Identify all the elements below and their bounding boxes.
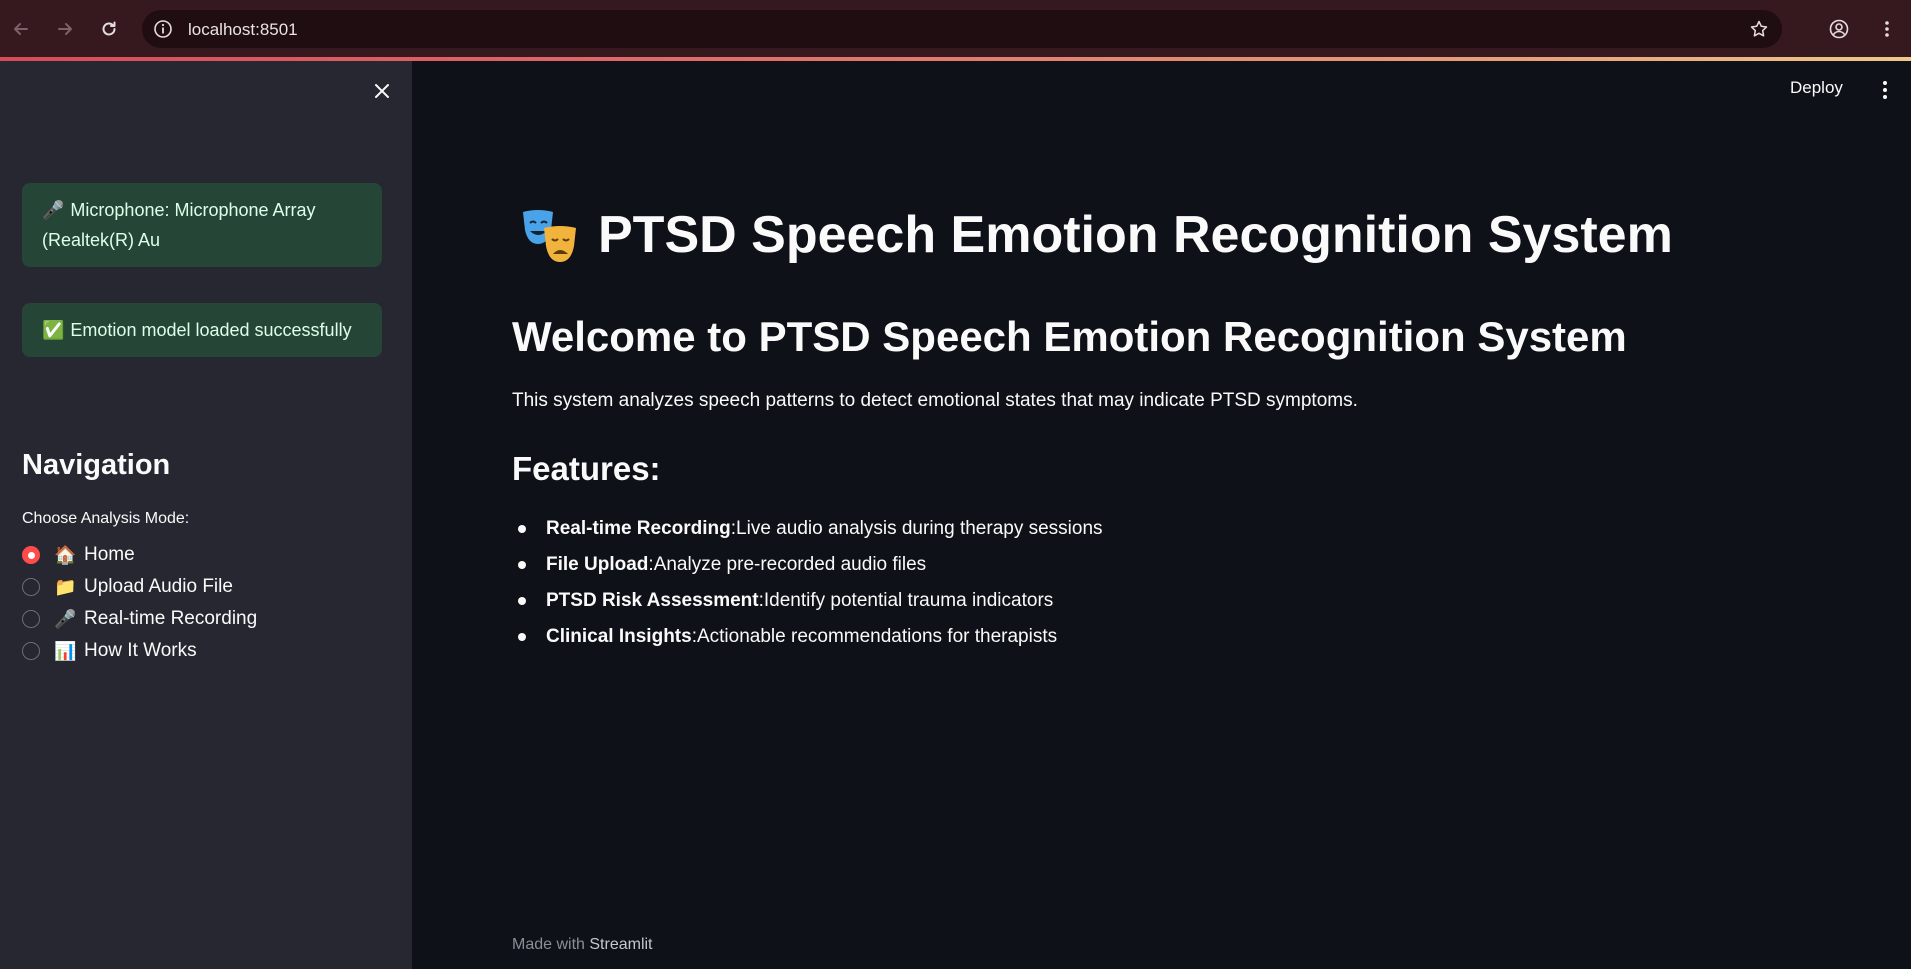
analysis-mode-label: Choose Analysis Mode: xyxy=(22,510,190,527)
browser-menu-icon[interactable] xyxy=(1872,14,1902,44)
feature-item: PTSD Risk Assessment: Identify potential… xyxy=(512,590,1053,612)
radio-option-upload[interactable]: 📁 Upload Audio File xyxy=(22,573,233,601)
url-text[interactable]: localhost:8501 xyxy=(188,20,298,40)
feature-name: Real-time Recording xyxy=(546,518,731,539)
feature-text: Identify potential trauma indicators xyxy=(763,590,1054,611)
radio-option-realtime[interactable]: 🎤 Real-time Recording xyxy=(22,605,257,633)
bullet-icon xyxy=(518,525,526,533)
feature-name: File Upload xyxy=(546,554,649,575)
radio-unselected-icon[interactable] xyxy=(22,642,40,660)
bullet-icon xyxy=(518,561,526,569)
radio-option-label: Home xyxy=(84,544,135,565)
bullet-icon xyxy=(518,597,526,605)
radio-unselected-icon[interactable] xyxy=(22,578,40,596)
back-icon[interactable] xyxy=(6,14,36,44)
system-description: This system analyzes speech patterns to … xyxy=(512,390,1358,411)
performing-arts-icon xyxy=(520,206,580,266)
features-heading: Features: xyxy=(512,450,661,487)
navigation-heading: Navigation xyxy=(22,449,171,481)
app-menu-icon[interactable] xyxy=(1875,78,1895,102)
radio-option-label: Upload Audio File xyxy=(84,576,233,597)
welcome-heading: Welcome to PTSD Speech Emotion Recogniti… xyxy=(512,313,1627,360)
feature-text: Live audio analysis during therapy sessi… xyxy=(736,518,1103,539)
feature-text: Analyze pre-recorded audio files xyxy=(653,554,927,575)
feature-name: PTSD Risk Assessment xyxy=(546,590,759,611)
radio-selected-icon[interactable] xyxy=(22,546,40,564)
radio-option-label: How It Works xyxy=(84,640,197,661)
profile-icon[interactable] xyxy=(1824,14,1854,44)
page-title: PTSD Speech Emotion Recognition System xyxy=(598,206,1673,264)
alert-text: Emotion model loaded successfully xyxy=(70,320,352,340)
microphone-status-alert: 🎤 Microphone: Microphone Array (Realtek(R… xyxy=(22,183,382,267)
alert-text: Microphone: Microphone Array (Realtek(R)… xyxy=(42,200,316,250)
radio-option-how-it-works[interactable]: 📊 How It Works xyxy=(22,637,197,665)
streamlit-link[interactable]: Streamlit xyxy=(589,936,652,953)
site-info-icon[interactable] xyxy=(152,18,174,40)
folder-icon: 📁 xyxy=(54,576,77,597)
sidebar: 🎤 Microphone: Microphone Array (Realtek(R… xyxy=(0,61,412,969)
radio-unselected-icon[interactable] xyxy=(22,610,40,628)
house-icon: 🏠 xyxy=(54,544,77,565)
footer: Made with Streamlit xyxy=(512,936,653,954)
bar-chart-icon: 📊 xyxy=(54,640,77,661)
feature-text: Actionable recommendations for therapist… xyxy=(696,626,1058,647)
footer-prefix: Made with xyxy=(512,936,590,953)
close-sidebar-icon[interactable] xyxy=(370,79,394,103)
model-status-alert: ✅ Emotion model loaded successfully xyxy=(22,303,382,357)
check-icon: ✅ xyxy=(42,320,65,340)
feature-name: Clinical Insights xyxy=(546,626,692,647)
radio-option-home[interactable]: 🏠 Home xyxy=(22,541,135,569)
feature-item: File Upload: Analyze pre-recorded audio … xyxy=(512,554,926,576)
radio-option-label: Real-time Recording xyxy=(84,608,258,629)
microphone-icon: 🎤 xyxy=(42,200,65,220)
microphone-icon: 🎤 xyxy=(54,608,77,629)
browser-toolbar: localhost:8501 xyxy=(0,0,1911,60)
feature-item: Real-time Recording: Live audio analysis… xyxy=(512,518,1103,540)
feature-item: Clinical Insights: Actionable recommenda… xyxy=(512,626,1057,648)
bookmark-star-icon[interactable] xyxy=(1748,18,1770,40)
deploy-button[interactable]: Deploy xyxy=(1790,78,1843,98)
reload-icon[interactable] xyxy=(94,14,124,44)
forward-icon[interactable] xyxy=(50,14,80,44)
bullet-icon xyxy=(518,633,526,641)
address-bar[interactable]: localhost:8501 xyxy=(142,10,1782,48)
